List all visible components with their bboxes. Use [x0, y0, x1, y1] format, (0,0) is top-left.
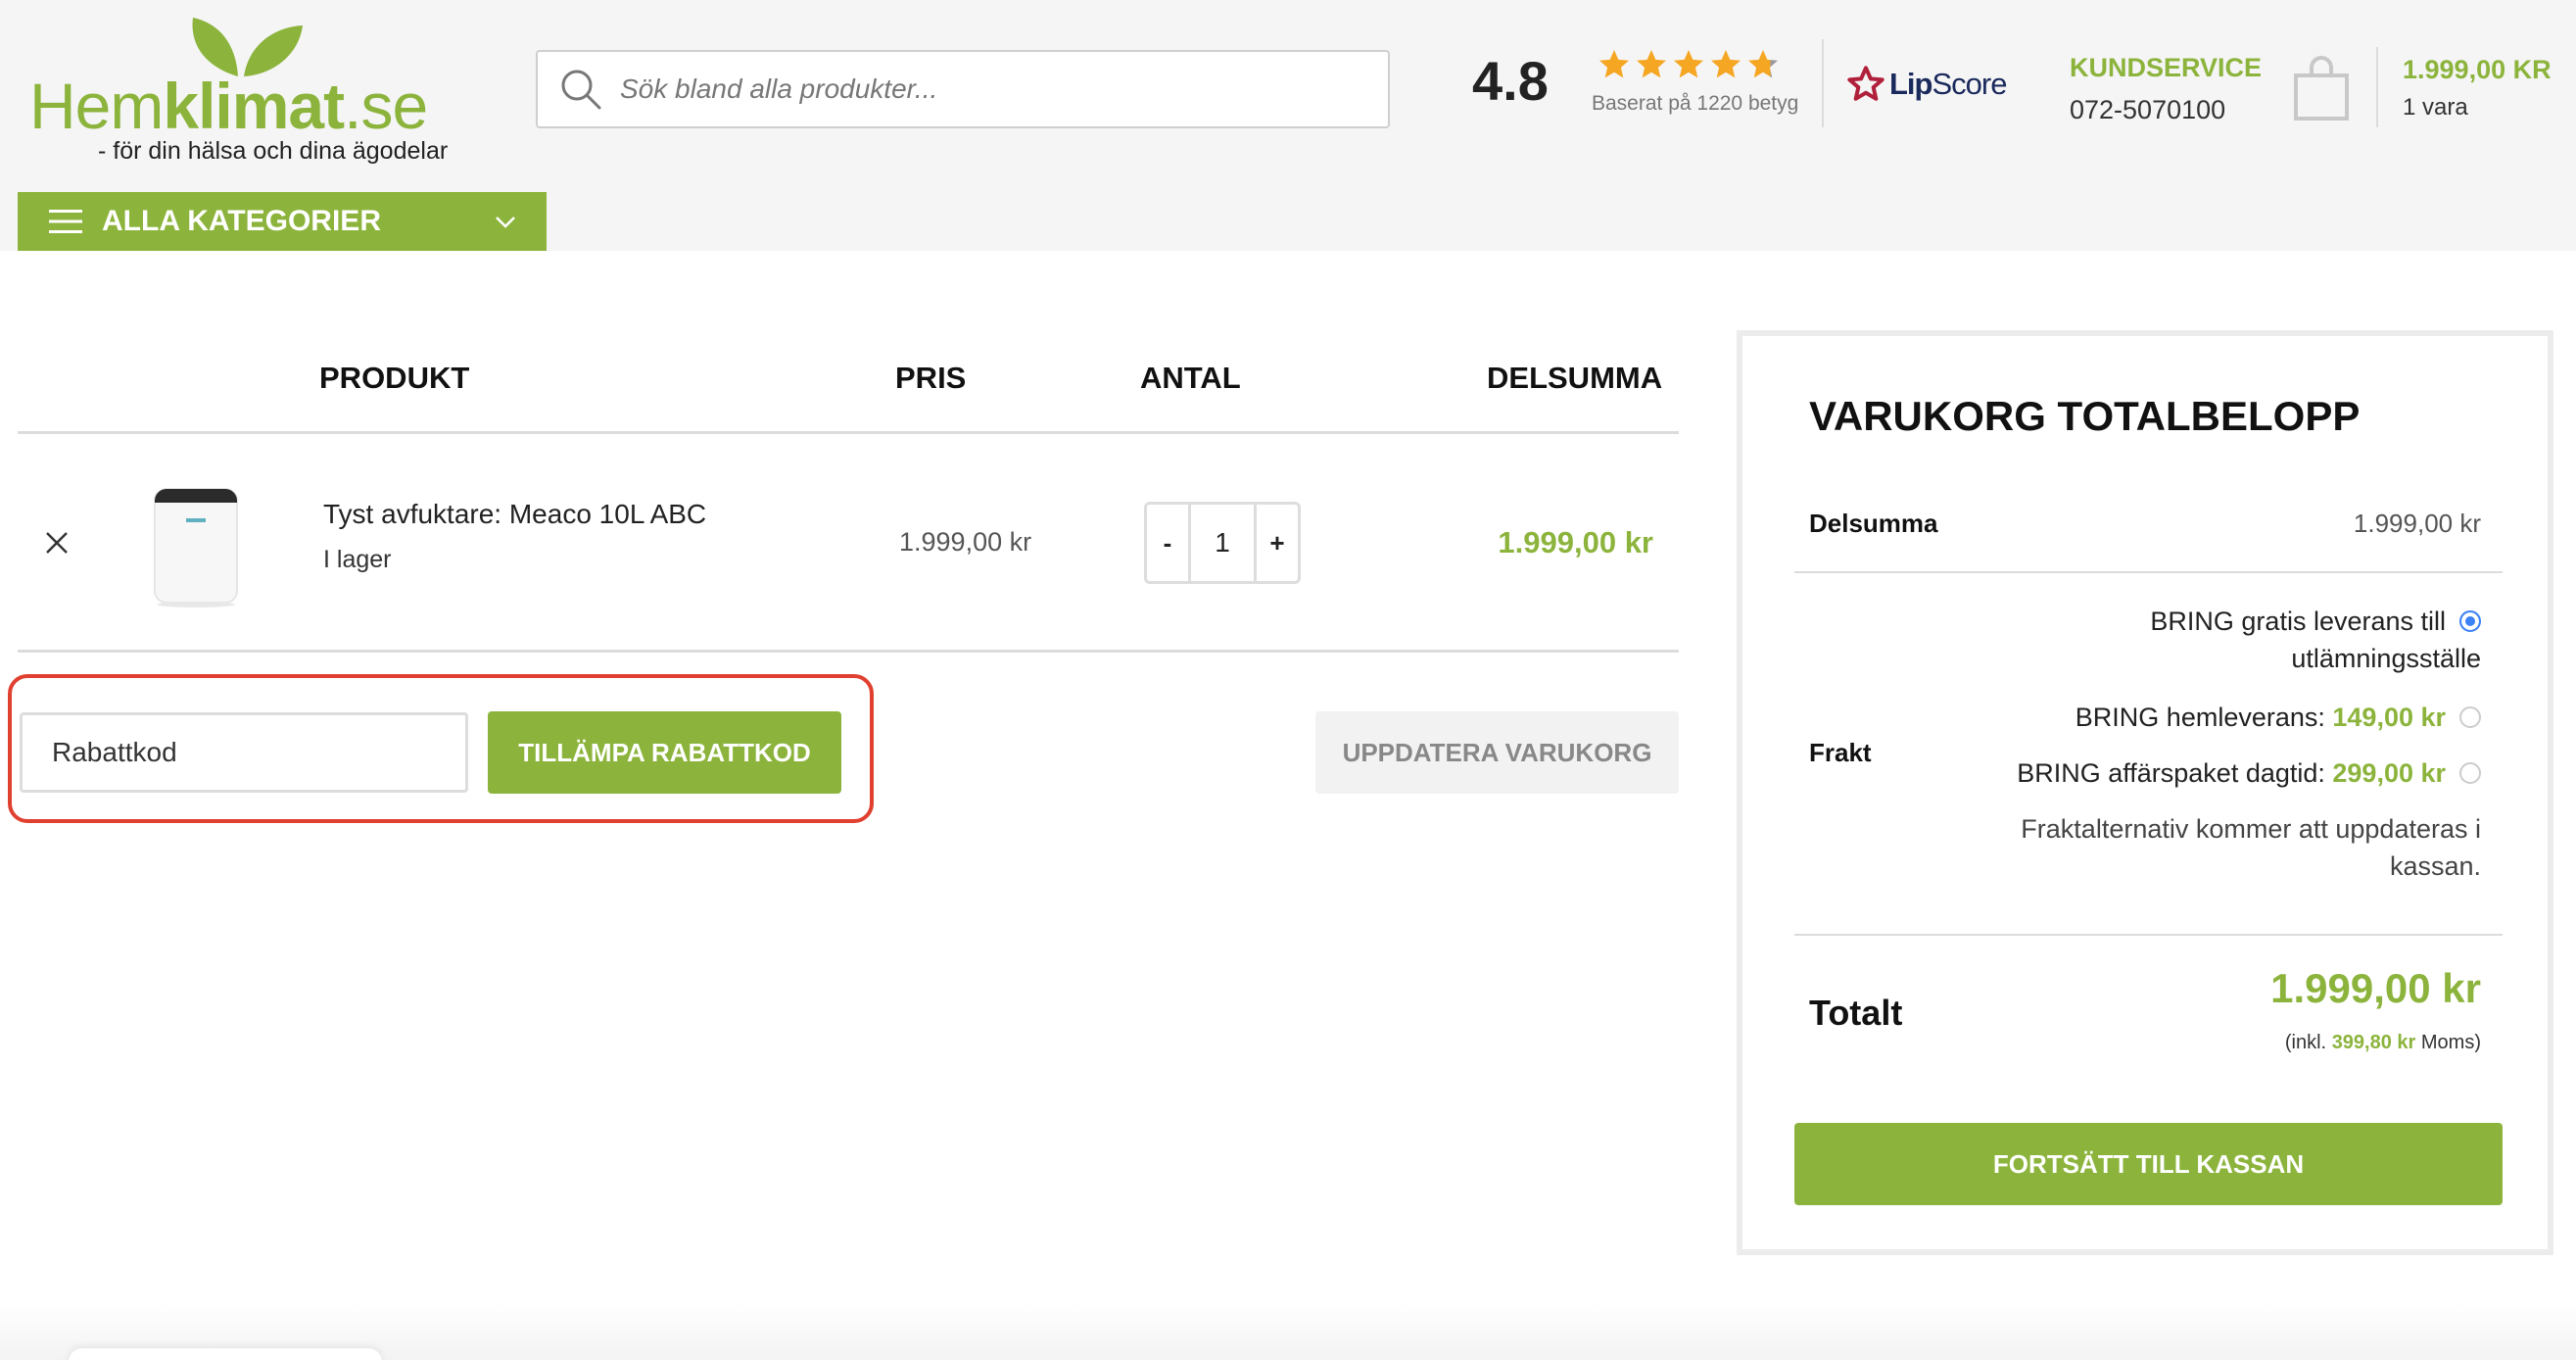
- search-bar[interactable]: [536, 50, 1390, 128]
- quantity-decrease-button[interactable]: -: [1147, 505, 1188, 581]
- footer-tab: [69, 1348, 382, 1360]
- column-header-quantity: ANTAL: [1140, 361, 1241, 395]
- star-icon: [1711, 50, 1741, 78]
- shipping-radio[interactable]: [2459, 705, 2481, 728]
- shipping-option-label: BRING affärspaket dagtid:: [2017, 758, 2333, 788]
- subtotal-label: Delsumma: [1809, 509, 1938, 538]
- shopping-bag-icon[interactable]: [2292, 54, 2351, 122]
- proceed-to-checkout-button[interactable]: FORTSÄTT TILL KASSAN: [1794, 1123, 2503, 1205]
- lipscore-wordmark: LipScore: [1889, 67, 2008, 102]
- customer-service-label[interactable]: KUNDSERVICE: [2070, 53, 2262, 83]
- site-logo[interactable]: Hemklimat.se - för din hälsa och dina äg…: [29, 10, 500, 167]
- product-price: 1.999,00 kr: [899, 527, 1032, 557]
- tax-amount: 399,80 kr: [2331, 1032, 2416, 1053]
- shipping-option-label: BRING hemleverans:: [2075, 703, 2333, 732]
- chevron-down-icon: [496, 217, 515, 228]
- all-categories-label: ALLA KATEGORIER: [102, 205, 381, 237]
- shipping-option-free[interactable]: BRING gratis leverans till utlämningsstä…: [2150, 603, 2481, 677]
- shipping-option-price: 149,00 kr: [2332, 703, 2446, 732]
- table-divider: [18, 431, 1679, 434]
- shipping-note: Fraktalternativ kommer att uppdateras i …: [2021, 814, 2481, 881]
- tax-note: (inkl. 399,80 kr Moms): [2285, 1032, 2481, 1054]
- tax-prefix: (inkl.: [2284, 1032, 2332, 1053]
- total-label: Totalt: [1809, 993, 1903, 1033]
- shipping-radio[interactable]: [2459, 761, 2481, 784]
- column-header-product: PRODUKT: [319, 361, 470, 395]
- coupon-code-input[interactable]: [20, 712, 468, 793]
- shipping-option-home[interactable]: BRING hemleverans: 149,00 kr: [2075, 699, 2481, 736]
- column-header-price: PRIS: [895, 361, 967, 395]
- shipping-label: Frakt: [1809, 738, 1872, 767]
- totals-divider: [1794, 571, 2503, 573]
- shipping-option-business[interactable]: BRING affärspaket dagtid: 299,00 kr: [2017, 754, 2481, 792]
- search-icon[interactable]: [559, 68, 602, 111]
- lipscore-part-lip: Lip: [1889, 67, 1932, 101]
- logo-part-hem: Hem: [29, 70, 164, 142]
- lipscore-star-icon: [1847, 66, 1884, 101]
- line-subtotal: 1.999,00 kr: [1498, 525, 1653, 559]
- lipscore-part-score: Score: [1932, 67, 2008, 101]
- star-icon: [1674, 50, 1703, 78]
- mini-cart-total[interactable]: 1.999,00 KR: [2403, 55, 2552, 85]
- tax-suffix: Moms): [2415, 1032, 2481, 1053]
- footer-fade: [0, 1303, 2576, 1360]
- star-partial-icon: [1748, 50, 1778, 78]
- apply-coupon-button[interactable]: TILLÄMPA RABATTKOD: [488, 711, 841, 794]
- cart-totals-panel: VARUKORG TOTALBELOPP Delsumma 1.999,00 k…: [1737, 330, 2553, 1255]
- site-header: Hemklimat.se - för din hälsa och dina äg…: [0, 0, 2576, 251]
- star-icon: [1599, 50, 1629, 78]
- totals-divider: [1794, 934, 2503, 936]
- lipscore-logo[interactable]: LipScore: [1846, 65, 2008, 104]
- shipping-option-label-cont: utlämningsställe: [2291, 644, 2481, 673]
- quantity-stepper[interactable]: - 1 +: [1144, 502, 1301, 584]
- product-name[interactable]: Tyst avfuktare: Meaco 10L ABC: [323, 499, 706, 530]
- product-image[interactable]: [147, 475, 245, 607]
- header-divider: [2376, 47, 2378, 127]
- subtotal-value: 1.999,00 kr: [2353, 509, 2481, 538]
- quantity-input[interactable]: 1: [1188, 505, 1257, 581]
- logo-wordmark: Hemklimat.se: [29, 69, 428, 143]
- all-categories-menu[interactable]: ALLA KATEGORIER: [18, 192, 547, 251]
- customer-service-phone[interactable]: 072-5070100: [2070, 95, 2225, 125]
- rating-count: Baserat på 1220 betyg: [1592, 92, 1799, 115]
- shipping-option-price: 299,00 kr: [2332, 758, 2446, 788]
- logo-part-klimat: klimat: [163, 70, 345, 142]
- column-header-subtotal: DELSUMMA: [1487, 361, 1663, 395]
- shipping-radio[interactable]: [2459, 609, 2481, 632]
- stock-status: I lager: [323, 546, 392, 573]
- header-divider: [1822, 39, 1824, 127]
- rating-stars: [1597, 47, 1781, 82]
- search-input[interactable]: [620, 73, 1364, 105]
- cart-totals-title: VARUKORG TOTALBELOPP: [1809, 393, 2361, 439]
- update-cart-button[interactable]: UPPDATERA VARUKORG: [1315, 711, 1679, 794]
- total-value: 1.999,00 kr: [2270, 965, 2481, 1011]
- logo-tagline: - för din hälsa och dina ägodelar: [98, 137, 449, 165]
- rating-score: 4.8: [1472, 50, 1549, 112]
- shipping-option-label: BRING gratis leverans till: [2150, 607, 2446, 636]
- star-icon: [1637, 50, 1666, 78]
- hamburger-icon: [49, 210, 82, 233]
- remove-item-icon[interactable]: [44, 530, 70, 556]
- logo-part-se: .se: [344, 70, 428, 142]
- quantity-increase-button[interactable]: +: [1257, 505, 1298, 581]
- mini-cart-count[interactable]: 1 vara: [2403, 94, 2468, 121]
- table-divider: [18, 650, 1679, 653]
